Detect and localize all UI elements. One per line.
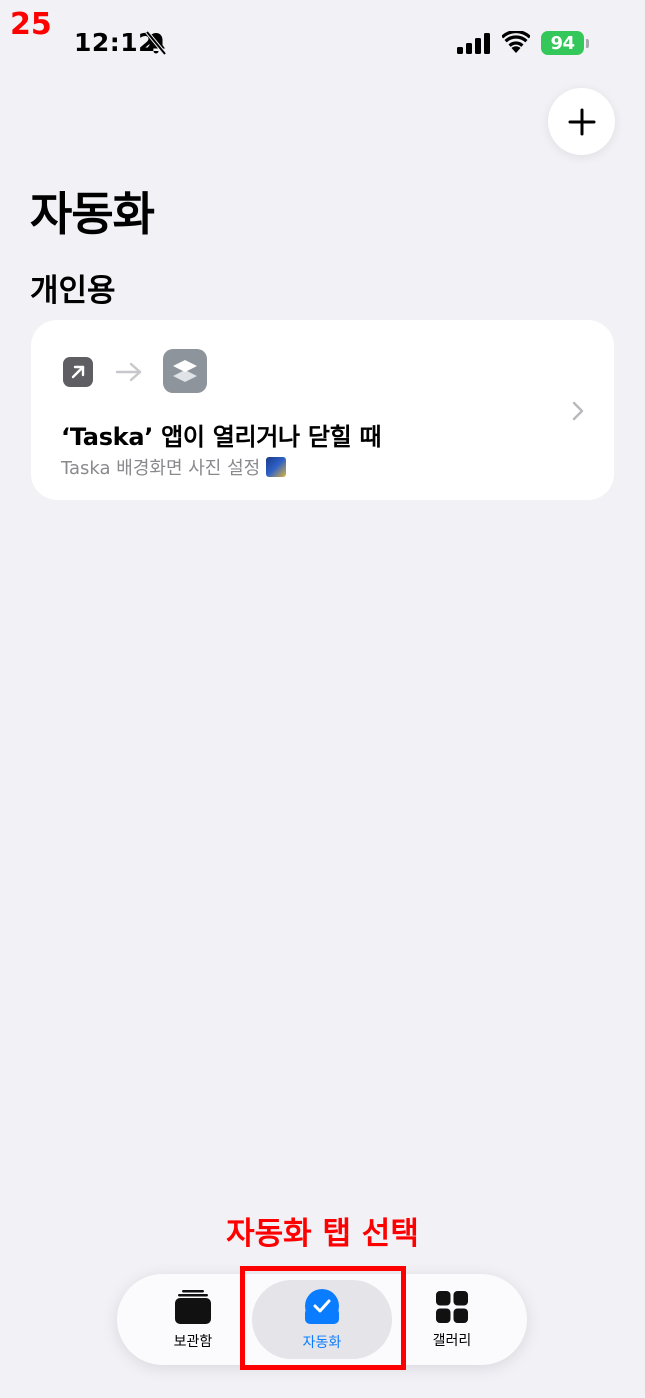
plus-icon [568,108,595,135]
bell-slash-icon [145,30,167,56]
shortcuts-layers-icon [163,349,207,393]
tab-gallery-label: 갤러리 [432,1332,472,1349]
annotation-highlight-box [240,1266,406,1370]
tab-library-label: 보관함 [173,1333,213,1350]
battery-indicator: 94 [541,31,584,55]
wifi-icon [502,31,530,53]
automation-title: ‘Taska’ 앱이 열리거나 닫힐 때 [61,423,382,451]
arrow-up-right-icon [63,357,93,387]
tab-library[interactable]: 보관함 [128,1274,258,1365]
automation-subtitle-text: Taska 배경화면 사진 설정 [61,458,261,479]
section-title: 개인용 [30,273,116,309]
arrow-right-icon [115,362,142,382]
automation-subtitle: Taska 배경화면 사진 설정 [61,454,287,480]
tab-gallery[interactable]: 갤러리 [387,1274,517,1365]
add-automation-button[interactable] [548,88,615,155]
automation-card[interactable]: ‘Taska’ 앱이 열리거나 닫힐 때 Taska 배경화면 사진 설정 [31,320,614,500]
chevron-right-icon [572,401,584,421]
cellular-signal-icon [457,33,490,54]
battery-level: 94 [550,32,575,54]
page-title: 자동화 [30,187,155,241]
battery-cap [586,39,589,48]
status-bar: 12:12 94 [0,0,645,80]
annotation-instruction: 자동화 탭 선택 [226,1216,419,1252]
gallery-grid-icon [436,1290,468,1323]
library-stack-icon [175,1289,211,1324]
wallpaper-emoji-icon [266,457,287,477]
